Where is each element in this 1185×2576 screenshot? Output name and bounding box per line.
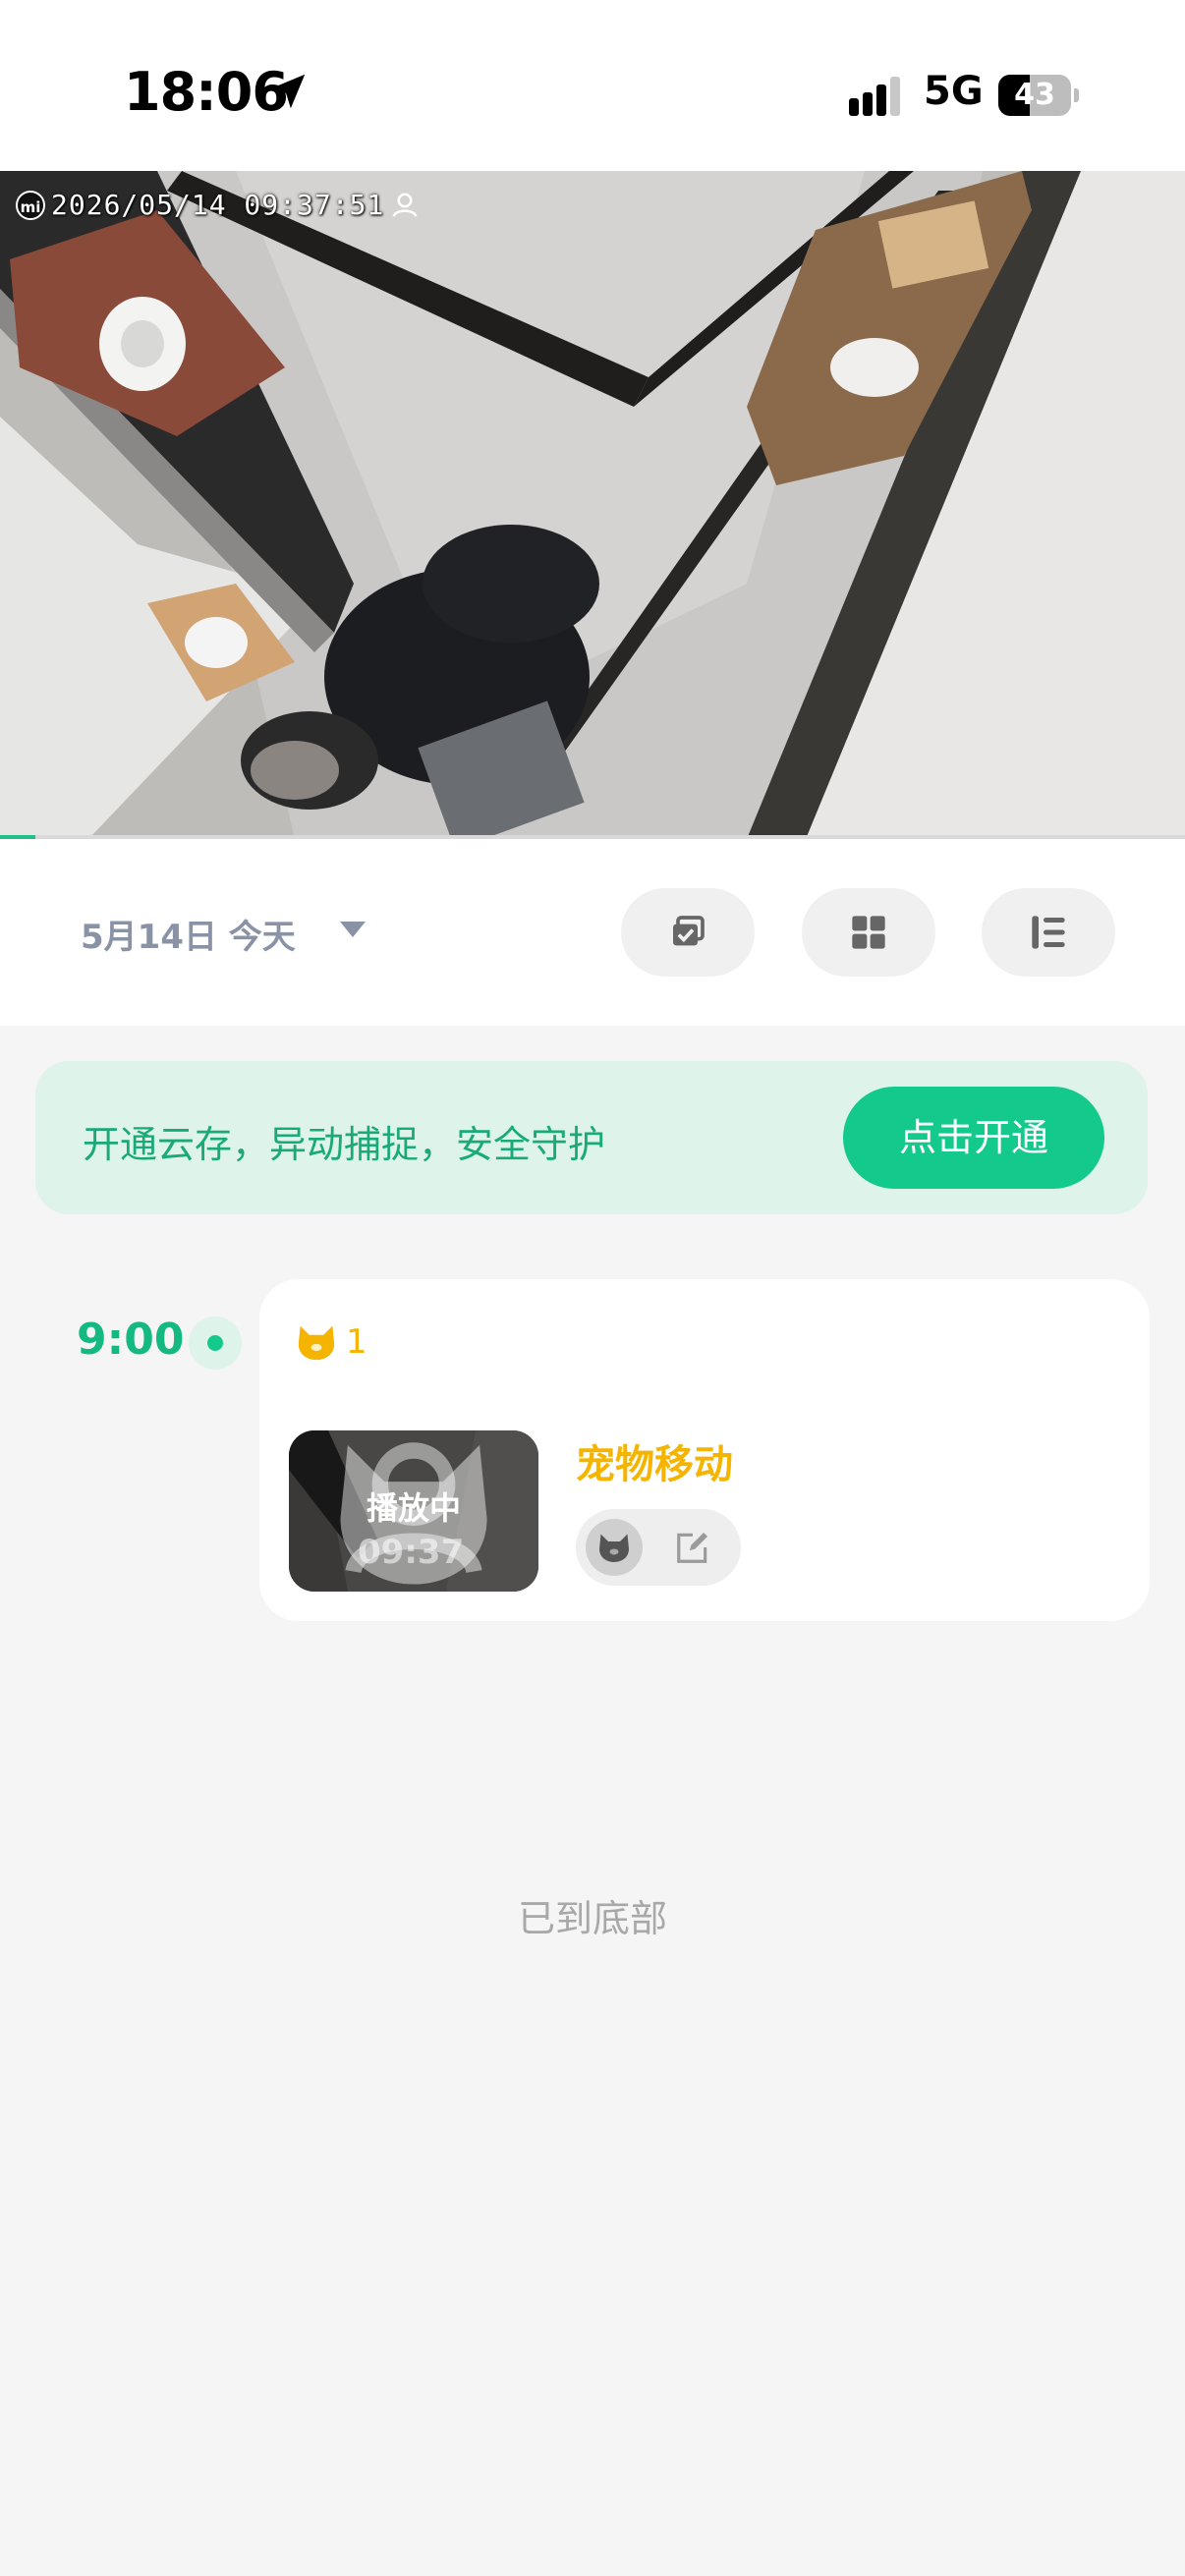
banner-text: 开通云存，异动捕捉，安全守护	[83, 1123, 606, 1166]
date-toolbar: 5月14日 今天	[0, 839, 1185, 1026]
list-view-icon	[1032, 916, 1065, 949]
event-thumbnail[interactable]: 播放中 09:37	[289, 1430, 538, 1592]
event-tag-pill	[576, 1509, 741, 1586]
status-bar: 18:06 5G 43	[0, 0, 1185, 171]
video-timestamp-overlay: mi 2026/05/14 09:37:51	[16, 189, 420, 221]
battery-percent: 43	[1014, 78, 1055, 112]
grid-view-icon	[852, 916, 885, 949]
person-detect-icon	[392, 193, 418, 217]
event-card[interactable]: 1 播放中 09:37 宠物移动	[259, 1279, 1150, 1621]
list-view-button[interactable]	[982, 888, 1115, 977]
timeline-hour-label: 9:00	[77, 1315, 185, 1365]
video-timestamp: 2026/05/14 09:37:51	[51, 189, 385, 221]
camera-video-view[interactable]: mi 2026/05/14 09:37:51	[0, 171, 1185, 839]
multi-select-icon	[673, 916, 705, 946]
timeline-dot	[189, 1316, 242, 1370]
grid-view-button[interactable]	[802, 888, 935, 977]
multi-select-button[interactable]	[621, 888, 755, 977]
cellular-signal-icon	[849, 77, 900, 116]
event-title: 宠物移动	[576, 1442, 733, 1487]
end-of-list-text: 已到底部	[517, 1897, 667, 1940]
chevron-down-icon[interactable]	[340, 922, 366, 937]
activate-cloud-button[interactable]: 点击开通	[843, 1087, 1104, 1189]
thumbnail-person-icon	[345, 1442, 482, 1575]
mi-logo-icon: mi	[16, 190, 45, 220]
event-count: 1	[346, 1322, 367, 1362]
date-picker-label[interactable]: 5月14日 今天	[81, 910, 296, 958]
cloud-storage-banner: 开通云存，异动捕捉，安全守护 点击开通	[35, 1061, 1148, 1214]
status-time: 18:06	[124, 61, 289, 123]
location-arrow-icon	[270, 74, 306, 109]
edit-icon[interactable]	[674, 1529, 711, 1566]
cat-icon	[298, 1325, 335, 1361]
battery-icon: 43	[998, 75, 1079, 118]
tag-cat-button[interactable]	[586, 1519, 643, 1576]
cat-face-icon	[599, 1534, 629, 1562]
network-type: 5G	[924, 69, 984, 114]
event-type-count: 1	[295, 1322, 367, 1362]
camera-frame-image	[0, 171, 1185, 839]
